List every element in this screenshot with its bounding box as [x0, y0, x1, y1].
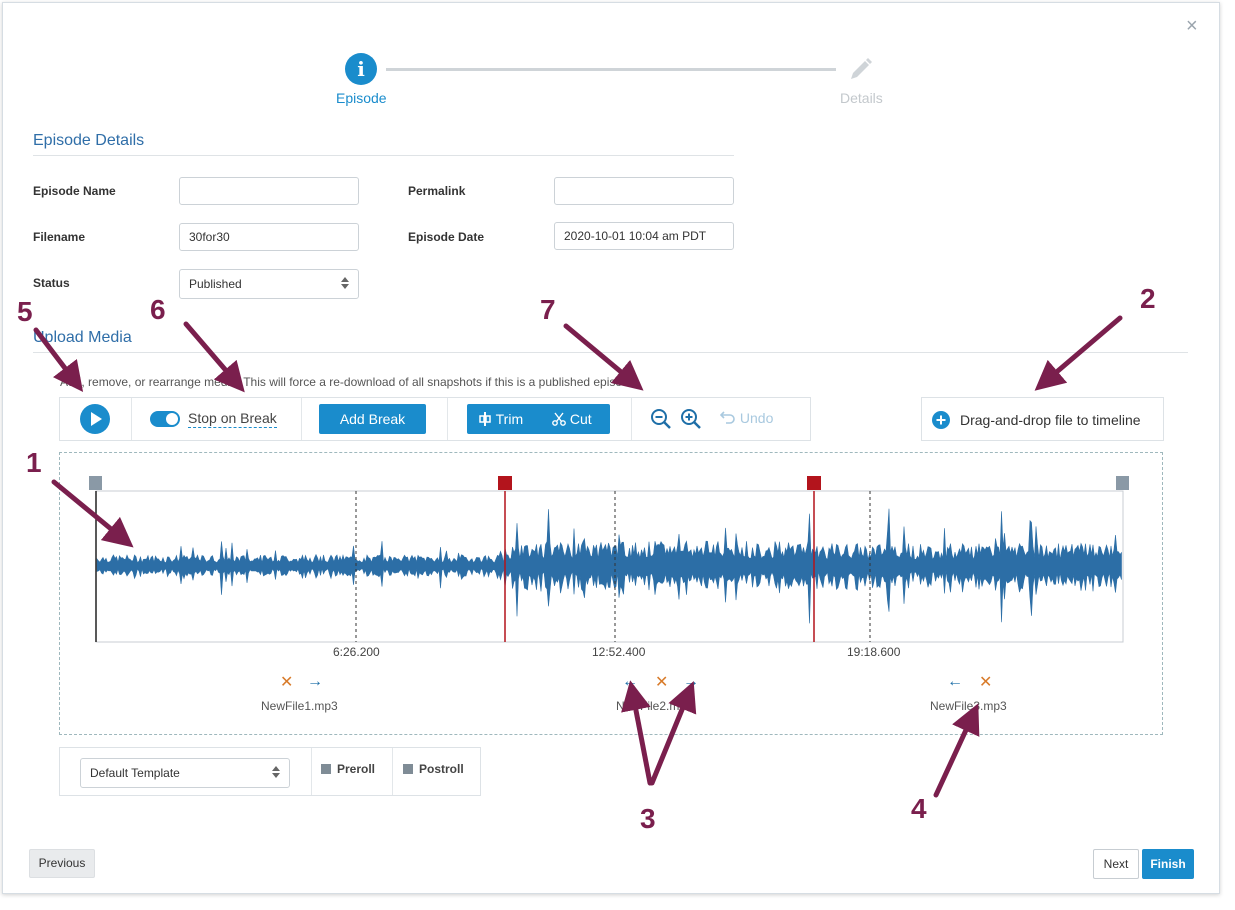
info-icon[interactable]: i [345, 53, 377, 85]
next-button[interactable]: Next [1093, 849, 1139, 879]
stepper-line [386, 68, 836, 71]
remove-file-icon[interactable]: ✕ [979, 675, 992, 691]
zoom-out-icon[interactable] [650, 408, 672, 430]
add-circle-icon [932, 411, 950, 429]
previous-button[interactable]: Previous [29, 849, 95, 878]
annotation-number: 7 [540, 294, 556, 325]
status-selected-value: Published [189, 277, 242, 291]
move-right-icon[interactable]: → [683, 674, 699, 690]
step-details-label[interactable]: Details [840, 90, 883, 106]
audio-waveform [96, 508, 1122, 624]
cut-label: Cut [569, 411, 592, 427]
cut-button[interactable]: Cut [552, 404, 592, 434]
status-label: Status [33, 276, 70, 290]
annotation-number: 1 [26, 447, 42, 478]
template-selected-value: Default Template [90, 766, 180, 780]
select-arrows-icon [272, 766, 280, 778]
filename-label: Filename [33, 230, 86, 244]
stop-on-break-toggle[interactable] [150, 411, 180, 427]
step-episode-label[interactable]: Episode [336, 90, 387, 106]
upload-media-title: Upload Media [33, 329, 132, 346]
annotation-number: 5 [17, 296, 33, 327]
break-handle[interactable] [498, 476, 512, 490]
end-handle[interactable] [1116, 476, 1129, 490]
episode-name-input[interactable] [179, 177, 359, 205]
episode-date-label: Episode Date [408, 230, 485, 244]
episode-details-title: Episode Details [33, 132, 145, 149]
preroll-option[interactable]: Preroll [321, 762, 375, 776]
annotation-number: 4 [911, 793, 927, 824]
annotation-number: 3 [640, 803, 656, 834]
drag-drop-label: Drag-and-drop file to timeline [960, 412, 1141, 428]
tick-label: 19:18.600 [847, 645, 901, 659]
trim-label: Trim [495, 411, 524, 427]
permalink-label: Permalink [408, 184, 466, 198]
zoom-in-icon[interactable] [680, 408, 702, 430]
file-name: NewFile1.mp3 [261, 699, 338, 713]
start-handle[interactable] [89, 476, 102, 490]
file-name: NewFile3.mp3 [930, 699, 1007, 713]
scissors-icon [552, 412, 566, 426]
select-arrows-icon [341, 277, 349, 289]
annotation-number: 6 [150, 294, 166, 325]
episode-date-input[interactable]: 2020-10-01 10:04 am PDT [554, 222, 734, 250]
break-handle[interactable] [807, 476, 821, 490]
section-divider [33, 352, 1188, 353]
move-left-icon[interactable]: ← [622, 674, 638, 690]
tick-label: 12:52.400 [592, 645, 646, 659]
file-name: NewFile2.mp3 [616, 699, 693, 713]
finish-button[interactable]: Finish [1142, 849, 1194, 879]
episode-name-label: Episode Name [33, 184, 116, 198]
template-select[interactable]: Default Template [80, 758, 290, 788]
undo-icon [719, 411, 735, 424]
play-icon[interactable] [80, 404, 110, 434]
postroll-option[interactable]: Postroll [403, 762, 464, 776]
filename-input[interactable]: 30for30 [179, 223, 359, 251]
pencil-icon[interactable] [845, 55, 875, 85]
postroll-swatch [403, 764, 413, 774]
status-select[interactable]: Published [179, 269, 359, 299]
section-divider [33, 155, 734, 156]
undo-label: Undo [739, 410, 774, 426]
add-break-button[interactable]: Add Break [319, 404, 426, 434]
preroll-swatch [321, 764, 331, 774]
postroll-label: Postroll [419, 762, 464, 776]
upload-note: Add, remove, or rearrange media. This wi… [60, 375, 639, 389]
move-left-icon[interactable]: ← [947, 674, 963, 690]
undo-button[interactable]: Undo [719, 410, 774, 426]
close-icon[interactable]: × [1186, 16, 1198, 36]
preroll-label: Preroll [337, 762, 376, 776]
waveform-area[interactable] [60, 470, 1162, 650]
stop-on-break-label[interactable]: Stop on Break [188, 410, 277, 428]
remove-file-icon[interactable]: ✕ [655, 675, 668, 691]
trim-button[interactable]: Trim [478, 404, 523, 434]
annotation-number: 2 [1140, 283, 1156, 314]
trim-icon [479, 412, 491, 426]
tick-label: 6:26.200 [333, 645, 380, 659]
remove-file-icon[interactable]: ✕ [280, 675, 293, 691]
permalink-input[interactable] [554, 177, 734, 205]
move-right-icon[interactable]: → [307, 674, 323, 690]
